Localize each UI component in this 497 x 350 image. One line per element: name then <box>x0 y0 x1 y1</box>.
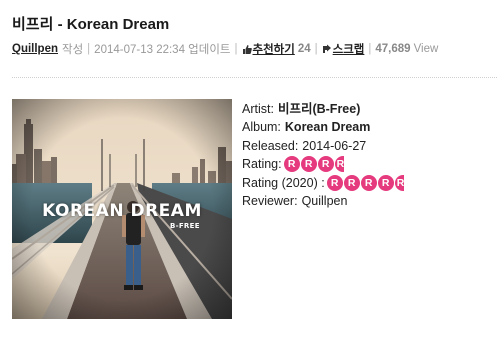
rating-row: Rating: RRRR <box>242 155 405 173</box>
recommend-count: 24 <box>297 43 311 55</box>
artist-label: Artist: <box>242 102 274 116</box>
album-cover: KOREAN DREAM B-FREE <box>12 99 232 319</box>
rating-2020-stars: RRRRR <box>326 174 405 191</box>
artist-row: Artist: 비프리(B-Free) <box>242 100 405 118</box>
thumbs-up-icon <box>242 44 252 55</box>
meta-separator: | <box>368 43 372 55</box>
released-row: Released: 2014-06-27 <box>242 137 405 155</box>
meta-separator: | <box>314 43 318 55</box>
album-row: Album: Korean Dream <box>242 118 405 136</box>
album-label: Album: <box>242 120 281 135</box>
rating-half-badge-icon: R <box>394 174 405 191</box>
view-count: 47,689 <box>375 43 411 55</box>
scrap-button[interactable]: 스크랩 <box>333 41 365 57</box>
cover-title: KOREAN DREAM <box>42 201 202 221</box>
album-info: Artist: 비프리(B-Free) Album: Korean Dream … <box>242 100 405 210</box>
view-label: View <box>413 43 439 55</box>
meta-separator: | <box>234 43 238 55</box>
released-label: Released: <box>242 138 299 153</box>
recommend-button[interactable]: 추천하기 <box>253 41 295 57</box>
reviewer-label: Reviewer: <box>242 193 298 208</box>
scrap-arrow-icon <box>322 44 332 55</box>
rating-badge-icon: R <box>343 174 360 191</box>
post-timestamp: 2014-07-13 22:34 업데이트 <box>94 44 231 56</box>
rating-badge-icon: R <box>377 174 394 191</box>
released-value: 2014-06-27 <box>302 138 367 153</box>
meta-separator: | <box>87 43 91 55</box>
rating-stars: RRRR <box>283 156 345 173</box>
rating-2020-row: Rating (2020) : RRRRR <box>242 174 405 192</box>
author-link[interactable]: Quillpen <box>12 43 58 55</box>
rating-half-badge-icon: R <box>334 156 345 173</box>
post-meta: Quillpen 작성 | 2014-07-13 22:34 업데이트 | 추천… <box>12 41 438 57</box>
reviewer-row: Reviewer: Quillpen <box>242 192 405 210</box>
rating-badge-icon: R <box>283 156 300 173</box>
rating-badge-icon: R <box>326 174 343 191</box>
rating-badge-icon: R <box>317 156 334 173</box>
cover-artist: B-FREE <box>170 222 200 230</box>
album-value: Korean Dream <box>284 120 371 135</box>
artist-value: 비프리(B-Free) <box>277 102 361 116</box>
rating-label: Rating: <box>242 157 282 172</box>
post-title: 비프리 - Korean Dream <box>12 16 170 33</box>
rating-2020-label: Rating (2020) : <box>242 175 325 190</box>
rating-badge-icon: R <box>360 174 377 191</box>
divider <box>12 77 497 78</box>
reviewer-value: Quillpen <box>301 193 348 208</box>
author-suffix: 작성 <box>62 44 84 56</box>
rating-badge-icon: R <box>300 156 317 173</box>
